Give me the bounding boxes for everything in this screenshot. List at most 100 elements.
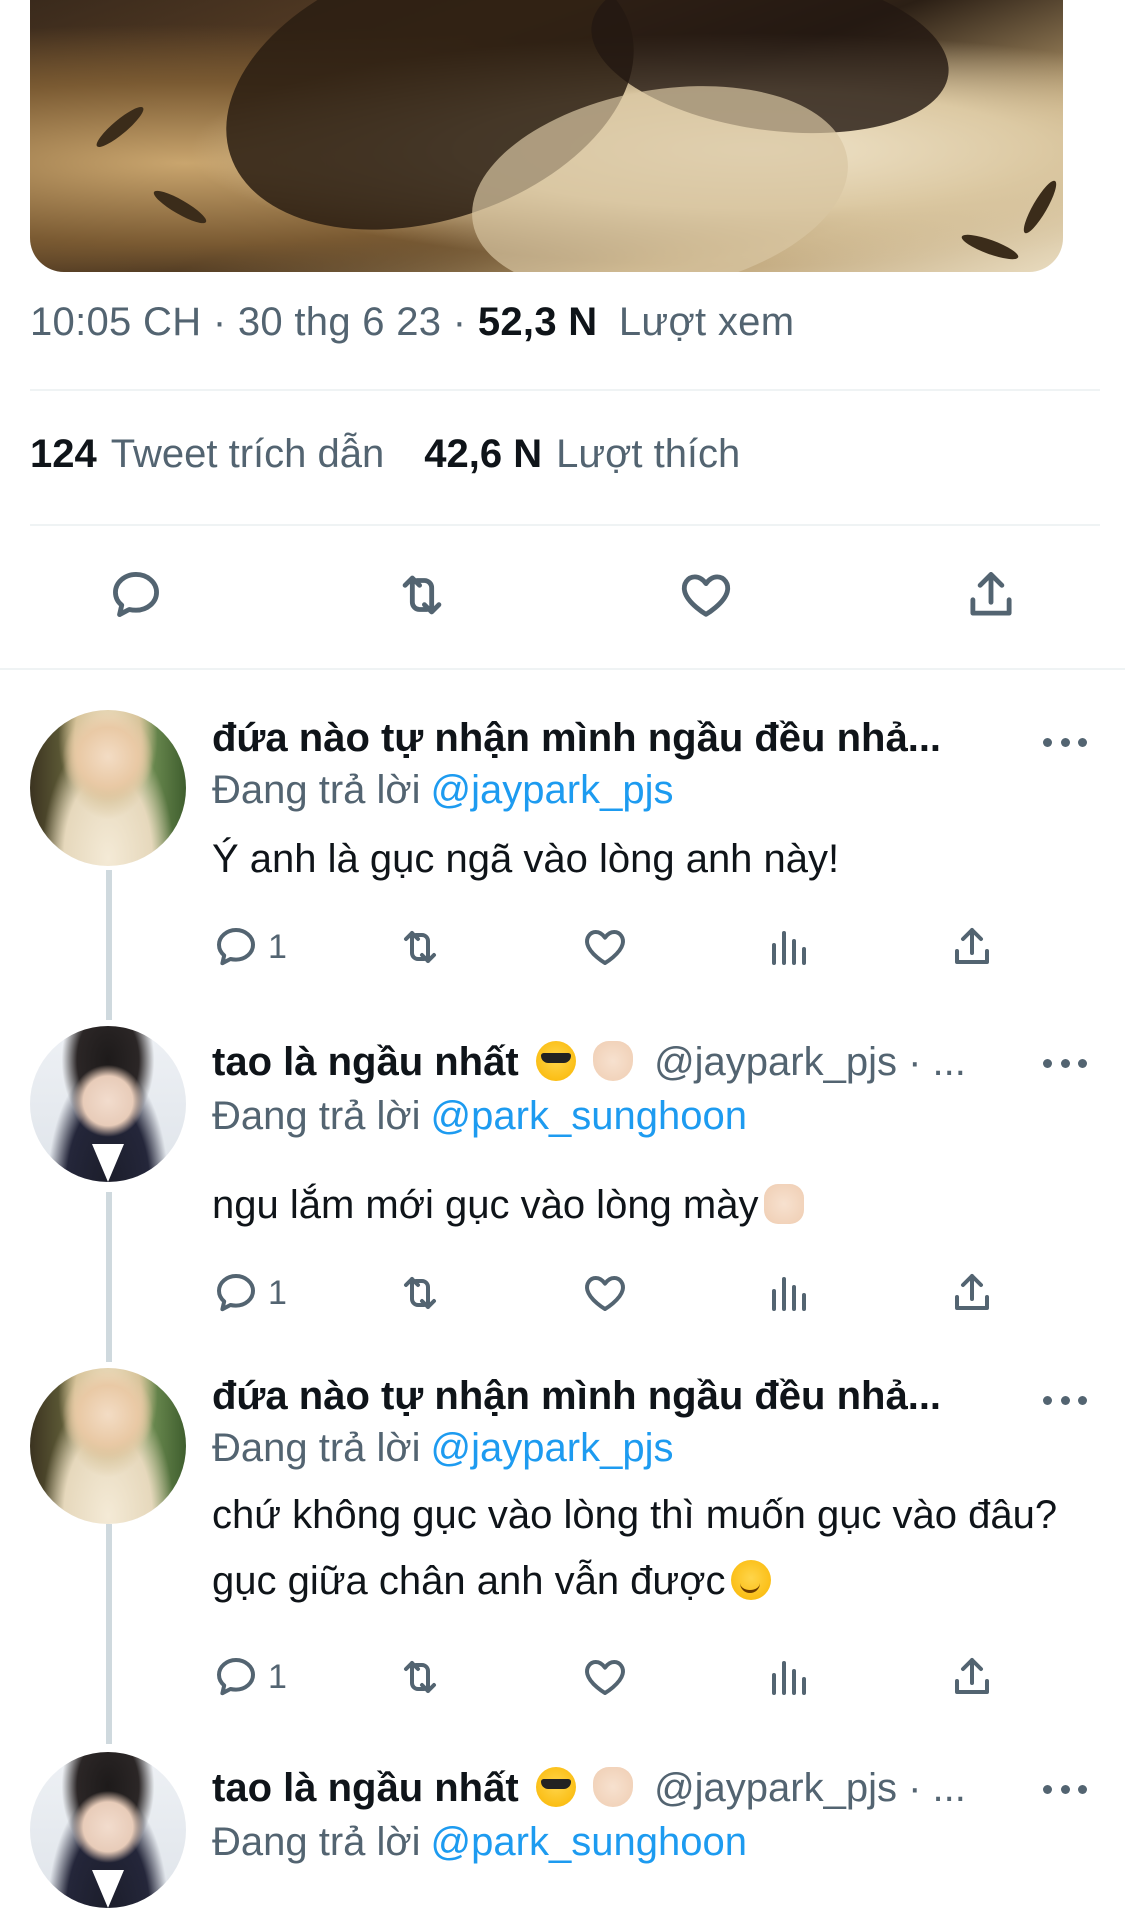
like-button[interactable] <box>581 1268 629 1318</box>
tweet-time: 10:05 CH <box>30 300 202 344</box>
display-name[interactable]: đứa nào tự nhận mình ngầu đều nhả... <box>212 716 941 760</box>
quotes-label[interactable]: Tweet trích dẫn <box>111 432 384 476</box>
display-name[interactable]: tao là ngầu nhất <box>212 1766 519 1810</box>
retweet-icon <box>404 1277 436 1309</box>
display-name[interactable]: tao là ngầu nhất <box>212 1040 519 1084</box>
likes-count[interactable]: 42,6 N <box>424 432 542 476</box>
reply-button[interactable] <box>103 562 169 628</box>
likes-label[interactable]: Lượt thích <box>556 432 740 476</box>
quotes-count[interactable]: 124 <box>30 432 97 476</box>
divider <box>0 668 1125 670</box>
reply-text: chứ không gục vào lòng thì muốn gục vào … <box>212 1482 1072 1614</box>
views-button[interactable] <box>766 1268 814 1318</box>
tweet-media-image[interactable] <box>30 0 1063 272</box>
thread-line <box>106 1524 112 1744</box>
sunglasses-emoji-icon <box>535 1041 576 1081</box>
reply-author: tao là ngầu nhất @jaypark_pjs · ... <box>212 1040 966 1085</box>
replying-label: Đang trả lời <box>212 1094 421 1138</box>
share-button[interactable] <box>948 922 996 972</box>
replying-label: Đang trả lời <box>212 768 421 812</box>
replying-label: Đang trả lời <box>212 1820 421 1864</box>
mention-link[interactable]: @jaypark_pjs <box>431 768 674 812</box>
reply-author: đứa nào tự nhận mình ngầu đều nhả... <box>212 1374 941 1419</box>
image-leaf <box>150 185 210 229</box>
more-options-icon[interactable] <box>1043 1058 1087 1068</box>
views-count[interactable]: 52,3 N <box>478 300 598 344</box>
reply-button[interactable]: 1 <box>212 1268 287 1318</box>
reply-icon <box>217 928 255 966</box>
image-leaf <box>959 230 1021 264</box>
share-button[interactable] <box>948 1268 996 1318</box>
reply-icon <box>113 572 159 617</box>
reply-button[interactable]: 1 <box>212 922 287 972</box>
views-button[interactable] <box>766 1652 814 1702</box>
reply-action-bar: 1 <box>0 1268 1125 1318</box>
replying-label: Đang trả lời <box>212 1426 421 1470</box>
avatar[interactable] <box>30 1368 186 1524</box>
avatar[interactable] <box>30 1026 186 1182</box>
divider <box>30 389 1100 391</box>
share-icon <box>955 928 989 964</box>
avatar[interactable] <box>30 710 186 866</box>
views-button[interactable] <box>766 922 814 972</box>
reply-icon <box>217 1274 255 1312</box>
avatar[interactable] <box>30 1752 186 1908</box>
share-icon <box>955 1658 989 1694</box>
share-button[interactable] <box>948 1652 996 1702</box>
share-button[interactable] <box>958 562 1024 628</box>
reply-action-bar: 1 <box>0 922 1125 972</box>
retweet-icon <box>404 1661 436 1693</box>
more-options-icon[interactable] <box>1043 1395 1087 1405</box>
display-name[interactable]: đứa nào tự nhận mình ngầu đều nhả... <box>212 1374 941 1418</box>
reply-text-content: chứ không gục vào lòng thì muốn gục vào … <box>212 1493 1058 1603</box>
replying-to: Đang trả lời @park_sunghoon <box>212 1820 747 1865</box>
reply-button[interactable]: 1 <box>212 1652 287 1702</box>
handle[interactable]: @jaypark_pjs · ... <box>654 1766 966 1810</box>
replying-to: Đang trả lời @jaypark_pjs <box>212 1426 673 1471</box>
share-icon <box>955 1274 989 1310</box>
reply-text: Ý anh là gục ngã vào lòng anh này! <box>212 837 840 881</box>
rock-hand-emoji-icon <box>592 1041 633 1081</box>
replying-to: Đang trả lời @jaypark_pjs <box>212 768 673 813</box>
like-icon <box>585 1660 625 1695</box>
image-leaf <box>1018 177 1062 237</box>
retweet-button[interactable] <box>396 1268 444 1318</box>
mention-link[interactable]: @park_sunghoon <box>431 1820 747 1864</box>
more-options-icon[interactable] <box>1043 1784 1087 1794</box>
rock-hand-emoji-icon <box>592 1767 633 1807</box>
reply-count: 1 <box>268 1657 287 1696</box>
divider <box>30 524 1100 526</box>
retweet-button[interactable] <box>396 1652 444 1702</box>
like-icon <box>585 930 625 965</box>
like-button[interactable] <box>673 562 739 628</box>
tweet-action-bar <box>0 562 1125 628</box>
views-label[interactable]: Lượt xem <box>619 300 794 344</box>
mention-link[interactable]: @jaypark_pjs <box>431 1426 674 1470</box>
meta-separator: · <box>452 300 467 344</box>
reply-text: ngu lắm mới gục vào lòng mày <box>212 1172 1072 1238</box>
share-icon <box>970 572 1012 616</box>
analytics-icon <box>772 931 806 965</box>
tweet-meta: 10:05 CH · 30 thg 6 23 · 52,3 N Lượt xem <box>30 300 794 345</box>
like-icon <box>585 1276 625 1311</box>
analytics-icon <box>772 1661 806 1695</box>
retweet-button[interactable] <box>396 922 444 972</box>
thumbs-up-emoji-icon <box>764 1184 805 1224</box>
sunglasses-emoji-icon <box>535 1767 576 1807</box>
retweet-icon <box>404 931 436 963</box>
like-button[interactable] <box>581 1652 629 1702</box>
retweet-button[interactable] <box>389 562 455 628</box>
tweet-date: 30 thg 6 23 <box>237 300 442 344</box>
like-button[interactable] <box>581 922 629 972</box>
handle[interactable]: @jaypark_pjs · ... <box>654 1040 966 1084</box>
image-leaf <box>92 102 148 152</box>
winking-face-emoji-icon <box>731 1560 772 1600</box>
reply-icon <box>217 1658 255 1696</box>
like-icon <box>681 574 731 617</box>
more-options-icon[interactable] <box>1043 737 1087 747</box>
reply-count: 1 <box>268 927 287 966</box>
reply-count: 1 <box>268 1273 287 1312</box>
meta-separator: · <box>212 300 227 344</box>
reply-text-content: ngu lắm mới gục vào lòng mày <box>212 1183 759 1227</box>
mention-link[interactable]: @park_sunghoon <box>431 1094 747 1138</box>
